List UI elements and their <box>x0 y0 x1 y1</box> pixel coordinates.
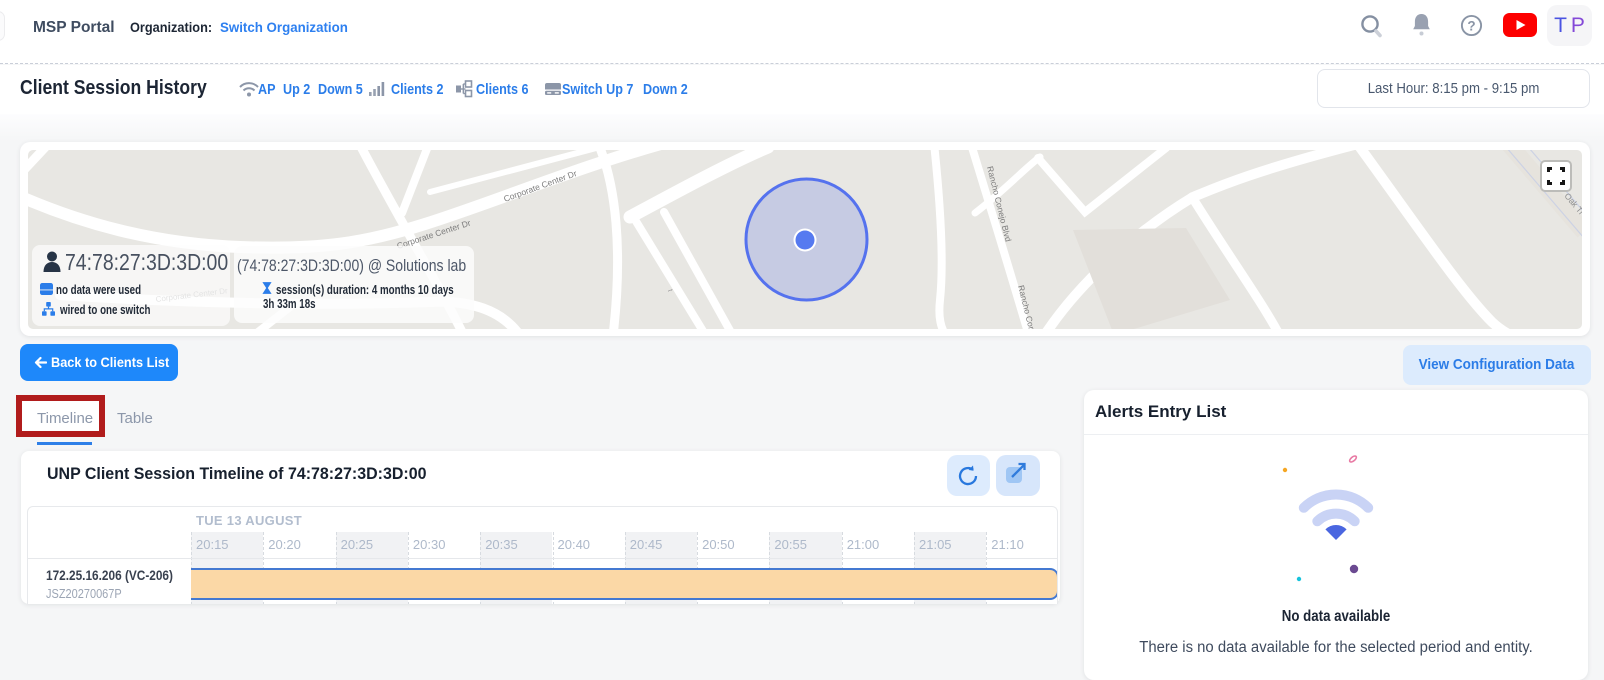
svg-text:t: t <box>666 289 673 293</box>
svg-text:Corporate Center Dr: Corporate Center Dr <box>502 168 578 204</box>
svg-text:?: ? <box>1467 19 1475 34</box>
